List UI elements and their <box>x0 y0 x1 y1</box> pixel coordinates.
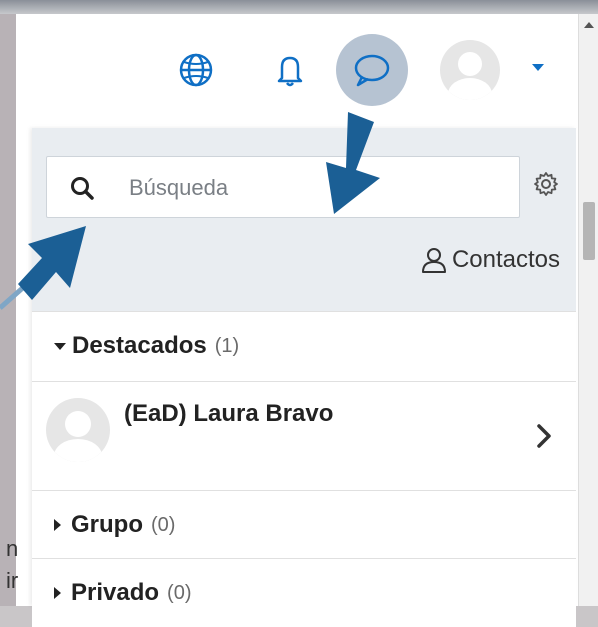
section-private-count: (0) <box>167 581 192 604</box>
avatar <box>46 398 110 462</box>
section-starred-count: (1) <box>214 334 240 357</box>
scrollbar[interactable] <box>578 14 598 606</box>
contacts-label: Contactos <box>451 246 560 273</box>
message-drawer: Contactos Destacados (1) (EaD) Laura Bra… <box>32 128 576 627</box>
gear-icon[interactable] <box>532 170 560 198</box>
annotation-arrow-up-icon <box>0 226 86 310</box>
caret-right-icon <box>54 519 61 531</box>
section-group-count: (0) <box>151 513 176 536</box>
caret-down-icon[interactable] <box>528 58 548 78</box>
chevron-right-icon <box>537 424 551 448</box>
contact-name: (EaD) Laura Bravo <box>124 400 334 427</box>
background-text-line2: ir <box>6 568 19 593</box>
section-private-label: Privado <box>71 579 160 606</box>
caret-right-icon <box>54 587 61 599</box>
bell-icon[interactable] <box>270 50 310 90</box>
message-drawer-button[interactable] <box>336 34 408 106</box>
background-text-line1: n <box>6 536 19 561</box>
user-icon <box>421 248 446 273</box>
search-box[interactable] <box>46 156 520 218</box>
scroll-up-arrow-icon[interactable] <box>584 22 594 28</box>
search-input[interactable] <box>127 169 501 207</box>
list-item-contact[interactable]: (EaD) Laura Bravo <box>32 381 576 491</box>
section-group-label: Grupo <box>71 511 143 538</box>
drawer-header: Contactos <box>32 128 576 311</box>
contacts-link[interactable]: Contactos <box>420 246 560 274</box>
window-top-shadow <box>0 0 598 14</box>
section-private-header[interactable]: Privado (0) <box>32 559 576 627</box>
avatar[interactable] <box>440 40 500 100</box>
section-starred[interactable]: Destacados (1) <box>32 311 576 380</box>
section-private[interactable]: Privado (0) <box>32 558 576 627</box>
search-icon <box>71 177 94 200</box>
section-group-header[interactable]: Grupo (0) <box>32 491 576 559</box>
globe-icon[interactable] <box>176 50 216 90</box>
section-group[interactable]: Grupo (0) <box>32 490 576 559</box>
caret-down-icon <box>54 342 66 350</box>
section-starred-label: Destacados <box>72 332 207 359</box>
section-starred-header[interactable]: Destacados (1) <box>32 312 576 380</box>
scroll-thumb[interactable] <box>583 202 595 260</box>
message-icon <box>354 54 390 87</box>
annotation-arrow-down-icon <box>326 112 380 214</box>
